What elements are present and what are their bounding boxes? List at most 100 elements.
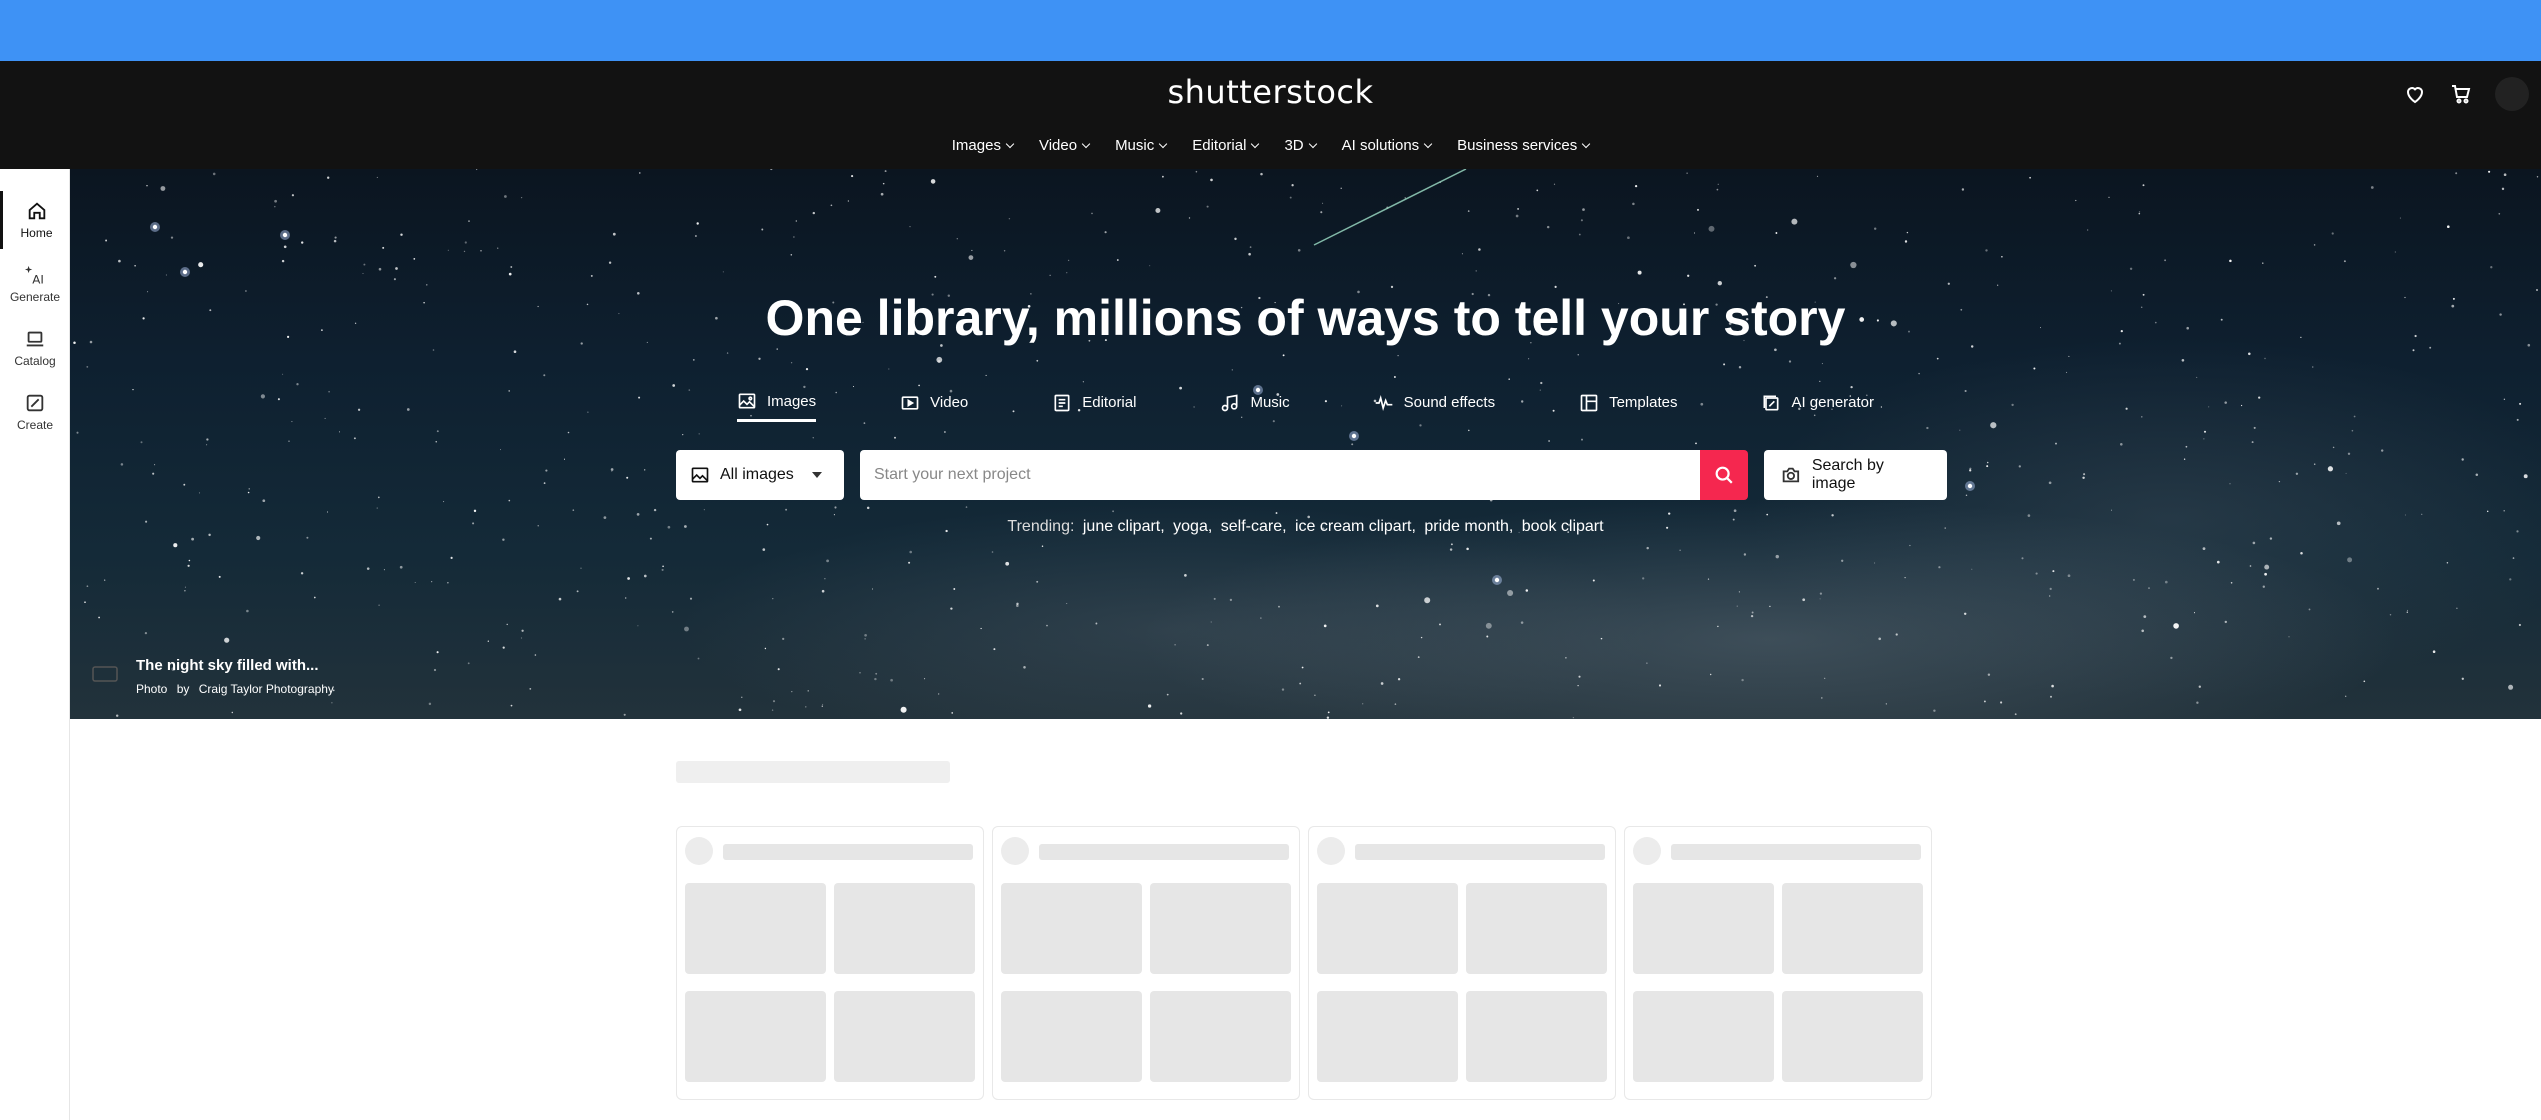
skeleton-thumb [685,883,826,974]
media-type-select[interactable]: All images [676,450,844,500]
nav-editorial[interactable]: Editorial [1192,137,1260,154]
trending-link[interactable]: ice cream clipart, [1295,518,1416,535]
nav-business-services[interactable]: Business services [1457,137,1591,154]
nav-label: Music [1115,137,1155,154]
skeleton-thumb [1782,991,1923,1082]
image-icon [738,393,756,409]
nav-label: Video [1038,137,1078,154]
left-sidebar: Home AI Generate Catalog Create [0,169,70,1120]
starry-sky-background [73,169,2539,719]
nav-ai-solutions[interactable]: AI solutions [1342,137,1433,154]
skeleton-thumb [834,883,975,974]
skeleton-thumb [1001,883,1142,974]
cart-icon[interactable] [2449,82,2473,106]
skeleton-avatar [1001,837,1029,865]
chevron-down-icon [1308,139,1317,148]
trending-label: Trending: [1007,518,1075,535]
skeleton-thumb [834,991,975,1082]
tab-images[interactable]: Images [736,391,817,422]
nav-label: Images [951,137,1001,154]
tab-label: Video [930,394,969,411]
search-input[interactable] [860,450,1700,500]
skeleton-thumb [1150,991,1291,1082]
nav-label: 3D [1284,137,1304,154]
caret-down-icon [811,472,822,478]
video-icon [901,395,919,410]
catalog-icon [26,331,44,347]
hero-banner: One library, millions of ways to tell yo… [70,169,2541,719]
trending-link[interactable]: book clipart [1522,518,1604,535]
sidebar-item-catalog[interactable]: Catalog [0,319,70,377]
section-title-skeleton [676,761,950,783]
trending-link[interactable]: june clipart, [1083,518,1165,535]
photo-by: by [176,682,190,696]
home-icon [28,202,45,220]
search-by-image-button[interactable]: Search by image [1764,450,1947,500]
tab-label: Music [1250,394,1290,411]
trending-link[interactable]: self-care, [1221,518,1287,535]
search-icon [1715,466,1733,484]
tab-sound-effects[interactable]: Sound effects [1374,391,1495,422]
heart-icon[interactable] [2403,82,2427,106]
skeleton-thumb [1317,883,1458,974]
nav-music[interactable]: Music [1115,137,1168,154]
chevron-down-icon [1158,139,1168,148]
search-by-image-label: Search by image [1811,457,1884,492]
collection-card-skeleton [1624,826,1932,1100]
waveform-icon [1375,394,1392,411]
sidebar-item-create[interactable]: Create [0,383,70,441]
skeleton-thumb [1633,883,1774,974]
skeleton-avatar [685,837,713,865]
chevron-down-icon [1251,139,1260,148]
collection-card-skeleton [992,826,1300,1100]
sidebar-item-home[interactable]: Home [0,191,70,249]
search-row: All images Search by image [676,450,1947,500]
collection-card-skeleton [1308,826,1616,1100]
tab-editorial[interactable]: Editorial [1052,391,1136,422]
nav-images[interactable]: Images [951,137,1015,154]
trending-link[interactable]: yoga, [1173,518,1212,535]
nav-video[interactable]: Video [1038,137,1091,154]
skeleton-thumb [685,991,826,1082]
skeleton-title [1039,844,1289,860]
skeleton-thumb [1633,991,1774,1082]
skeleton-thumb [1782,883,1923,974]
image-icon [691,467,709,483]
photo-author-link[interactable]: Craig Taylor Photography [199,682,334,696]
tab-music[interactable]: Music [1220,391,1290,422]
skeleton-thumb [1466,883,1607,974]
tab-label: Templates [1609,394,1678,411]
shutterstock-logo[interactable]: shutterstock [0,73,2541,111]
trending-link[interactable]: pride month, [1424,518,1513,535]
ai-sparkle-icon: AI [24,265,44,286]
chevron-down-icon [1005,139,1015,148]
avatar[interactable] [2495,77,2529,111]
search-box [860,450,1748,500]
sidebar-item-label: Generate [9,290,61,304]
skeleton-title [1671,844,1921,860]
tab-templates[interactable]: Templates [1579,391,1677,422]
main-nav: Images Video Music Editorial 3D AI solut… [0,137,2541,154]
nav-label: Editorial [1192,137,1247,154]
sidebar-item-label: Catalog [14,354,56,368]
camera-icon [1782,467,1800,483]
tab-label: Images [766,392,817,410]
tab-label: Editorial [1082,394,1137,411]
search-button[interactable] [1700,450,1748,500]
nav-3d[interactable]: 3D [1284,137,1317,154]
svg-text:AI: AI [32,272,44,286]
photo-type: Photo [136,682,168,696]
chevron-down-icon [1423,139,1433,148]
tab-ai-generator[interactable]: AI generator [1761,391,1874,422]
sidebar-item-label: Create [16,418,54,432]
header-actions [2403,77,2541,111]
skeleton-avatar [1633,837,1661,865]
sidebar-item-generate[interactable]: AI Generate [0,255,70,313]
skeleton-thumb [1001,991,1142,1082]
photo-byline: Photo by Craig Taylor Photography [136,682,340,696]
photo-title[interactable]: The night sky filled with... [136,657,340,674]
hero-title: One library, millions of ways to tell yo… [765,290,1846,346]
tab-video[interactable]: Video [900,391,968,422]
photo-credit-icon [92,666,118,682]
ai-generator-icon [1763,395,1779,410]
